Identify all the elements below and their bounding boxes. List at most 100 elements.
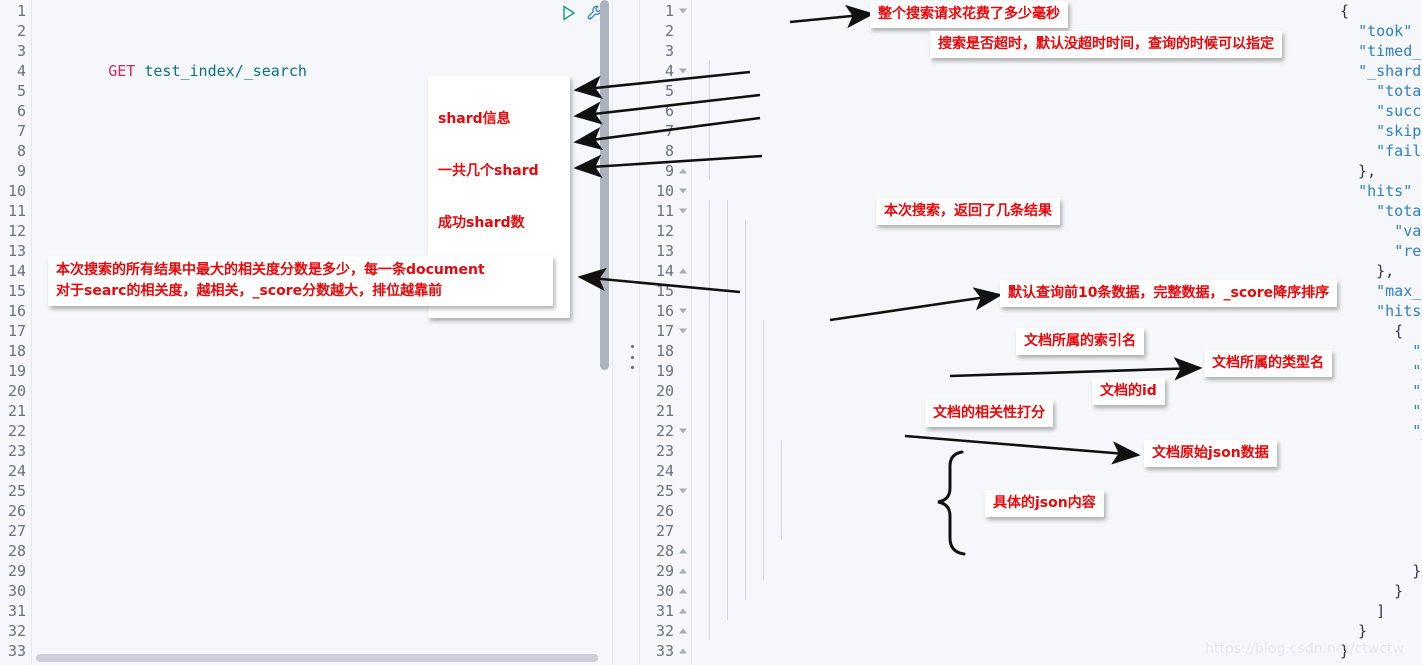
line-number: 18 (7, 342, 26, 360)
fold-toggle-icon[interactable] (679, 168, 687, 174)
line-number: 6 (16, 102, 26, 120)
annotation-source: 文档原始json数据 (1144, 440, 1277, 467)
line-number: 11 (640, 201, 690, 221)
line-number: 24 (655, 462, 674, 480)
line-number: 33 (7, 642, 26, 660)
line-number: 27 (655, 522, 674, 540)
code-line: "hobbies" : [ (1340, 481, 1422, 501)
code-line: "_index" : "test_index", (1412, 342, 1422, 360)
line-number: 22 (7, 422, 26, 440)
line-number: 20 (7, 382, 26, 400)
line-number: 30 (7, 582, 26, 600)
code-line: "failed" : 0 (1376, 142, 1422, 160)
line-number: 2 (16, 22, 26, 40)
line-number: 14 (7, 262, 26, 280)
annotation-shard-total: 一共几个shard (438, 163, 539, 179)
fold-toggle-icon[interactable] (679, 548, 687, 554)
line-number: 14 (640, 261, 690, 281)
fold-toggle-icon[interactable] (679, 188, 687, 194)
code-line: "successful" : 1, (1376, 102, 1422, 120)
left-panel-edge (612, 0, 613, 665)
line-number: 29 (7, 562, 26, 580)
code-line: "took" : 522, (1358, 22, 1422, 40)
annotation-max-score: 本次搜索的所有结果中最大的相关度分数是多少，每一条document 对于sear… (48, 256, 553, 306)
indent-guide (763, 320, 764, 580)
line-number: 13 (7, 242, 26, 260)
code-line: "name" : "c++", (1340, 441, 1422, 461)
code-line: "timed_out" : false, (1358, 42, 1422, 60)
code-line: "_score" : 1.0, (1412, 402, 1422, 420)
fold-toggle-icon[interactable] (679, 588, 687, 594)
fold-toggle-icon[interactable] (679, 628, 687, 634)
line-number: 11 (7, 202, 26, 220)
line-number: 31 (640, 601, 690, 621)
fold-toggle-icon[interactable] (679, 648, 687, 654)
annotation-shard-successful: 成功shard数 (438, 215, 525, 231)
code-line: "value" : 1, (1394, 222, 1422, 240)
fold-toggle-icon[interactable] (679, 608, 687, 614)
code-line: "max_score" : 1.0, (1376, 282, 1422, 300)
line-number: 21 (7, 402, 26, 420)
fold-toggle-icon[interactable] (679, 308, 687, 314)
line-number: 28 (640, 541, 690, 561)
code-line: ] (1340, 602, 1386, 620)
fold-toggle-icon[interactable] (679, 488, 687, 494)
fold-toggle-icon[interactable] (679, 8, 687, 14)
code-line: "xxx", (1340, 501, 1422, 521)
code-line: } (1340, 582, 1404, 600)
line-number: 15 (655, 282, 674, 300)
indent-guide (745, 220, 746, 600)
line-number: 29 (640, 561, 690, 581)
line-number: 8 (664, 142, 674, 160)
code-line: "_source" : { (1412, 422, 1422, 440)
line-number: 23 (655, 442, 674, 460)
line-number: 2 (664, 22, 674, 40)
line-number: 22 (640, 421, 690, 441)
fold-toggle-icon[interactable] (679, 268, 687, 274)
request-path: test_index/_search (144, 62, 307, 80)
line-number: 28 (7, 542, 26, 560)
fold-toggle-icon[interactable] (679, 208, 687, 214)
response-code[interactable]: { "took" : 522, "timed_out" : false, "_s… (1340, 0, 1422, 665)
line-number: 26 (7, 502, 26, 520)
response-gutter-divider (691, 0, 692, 665)
play-icon[interactable] (560, 4, 578, 22)
line-number: 15 (7, 282, 26, 300)
code-line: "_type" : "_doc", (1412, 362, 1422, 380)
line-number: 25 (7, 482, 26, 500)
annotation-type-name: 文档所属的类型名 (1204, 350, 1332, 377)
annotation-json-body: 具体的json内容 (985, 490, 1104, 517)
annotation-hits-total: 本次搜索，返回了几条结果 (876, 198, 1060, 225)
request-vertical-scrollbar[interactable] (600, 0, 609, 370)
line-number: 32 (7, 622, 26, 640)
code-line: }, (1340, 262, 1395, 280)
code-line: { (1340, 322, 1404, 340)
request-toolbar (560, 4, 604, 22)
request-horizontal-scrollbar[interactable] (36, 654, 598, 662)
code-line: ] (1340, 541, 1422, 561)
code-line: "total" : 1, (1376, 82, 1422, 100)
line-number: 6 (664, 102, 674, 120)
panel-resize-handle[interactable] (629, 345, 635, 369)
line-number: 26 (655, 502, 674, 520)
line-number: 16 (7, 302, 26, 320)
line-number: 4 (640, 61, 690, 81)
fold-toggle-icon[interactable] (679, 328, 687, 334)
line-number: 1 (16, 2, 26, 20)
fold-toggle-icon[interactable] (679, 568, 687, 574)
line-number: 27 (7, 522, 26, 540)
code-line: "age" : 33, (1340, 461, 1422, 481)
line-number: 12 (7, 222, 26, 240)
annotation-hits-array: 默认查询前10条数据，完整数据，_score降序排序 (1000, 280, 1338, 307)
line-number: 32 (640, 621, 690, 641)
fold-toggle-icon[interactable] (679, 428, 687, 434)
code-line: "ooo" (1340, 521, 1422, 541)
code-line: "skipped" : 0, (1376, 122, 1422, 140)
code-line: "hits" : [ (1376, 302, 1422, 320)
line-number: 10 (640, 181, 690, 201)
response-line-numbers: 1 2 3 4 5 6 7 8 9 10 11 12 13 14 15 16 17 18 19 20 21 22 23 24 2… (640, 0, 690, 665)
line-number: 25 (640, 481, 690, 501)
fold-toggle-icon[interactable] (679, 68, 687, 74)
line-number: 4 (16, 62, 26, 80)
code-line: "total" : { (1376, 202, 1422, 220)
